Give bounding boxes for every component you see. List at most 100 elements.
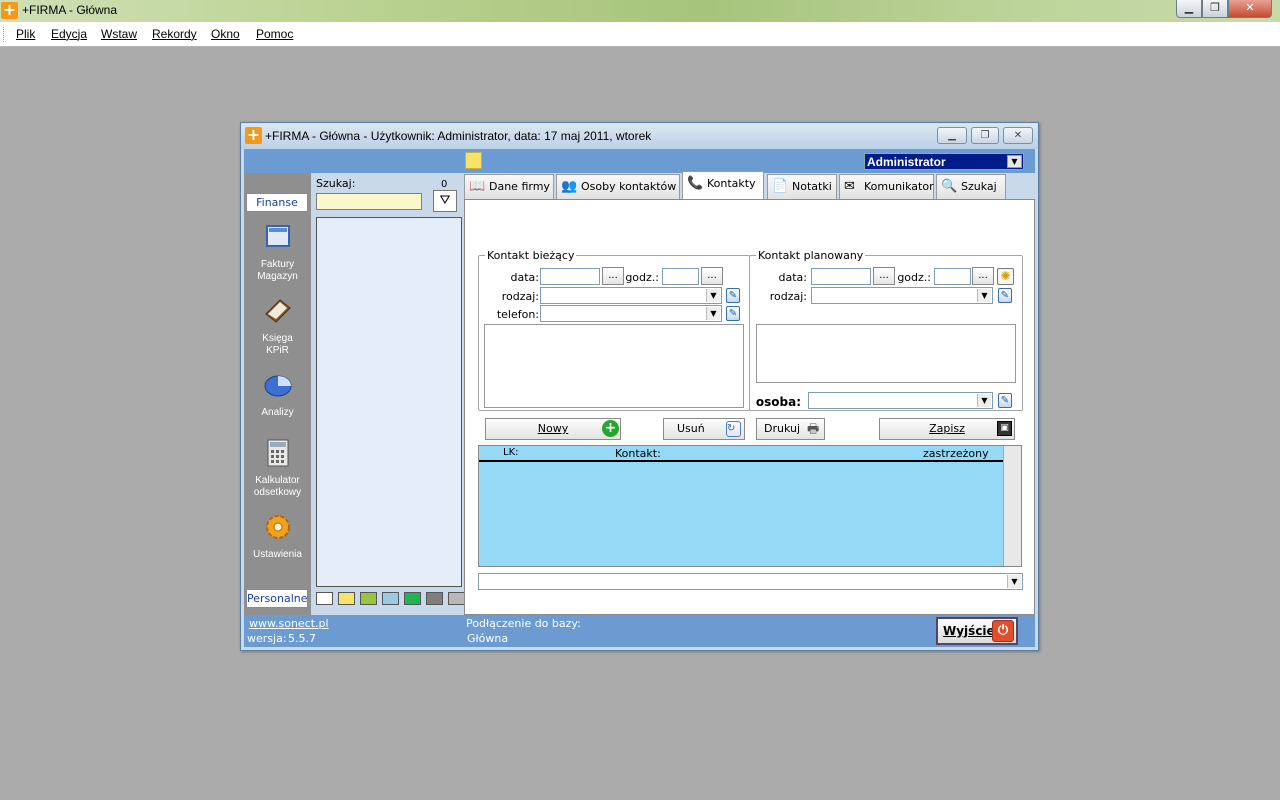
tab-komunikator[interactable]: ✉ Komunikator xyxy=(839,174,934,199)
db-connection-label: Podłączenie do bazy: xyxy=(466,617,581,630)
grid-header-kontakt[interactable]: Kontakt: xyxy=(615,447,661,460)
edit-type-icon[interactable]: ✎ xyxy=(726,288,740,303)
edit-planned-type-icon[interactable]: ✎ xyxy=(998,288,1012,303)
contacts-grid[interactable]: LK: Kontakt: zastrzeżony xyxy=(478,445,1022,567)
planned-date-label: data: xyxy=(778,271,807,284)
note-color-square[interactable] xyxy=(465,152,482,169)
app-close-button[interactable]: ✕ xyxy=(1228,0,1272,18)
filter-button[interactable]: ⛛ xyxy=(433,190,457,212)
current-type-select[interactable]: ▼ xyxy=(540,287,722,304)
chevron-down-icon[interactable]: ▼ xyxy=(1007,155,1022,168)
search-input[interactable] xyxy=(316,193,422,210)
tab-notatki[interactable]: 📄 Notatki xyxy=(767,174,837,199)
menu-rekordy[interactable]: Rekordy xyxy=(152,27,197,41)
menu-grip xyxy=(3,27,6,42)
sidebar: Finanse Faktury Magazyn Księga KPiR Anal… xyxy=(244,173,311,615)
record-list-panel: Szukaj: 0 ⛛ xyxy=(311,173,465,615)
search-label: Szukaj: xyxy=(316,177,356,190)
website-link[interactable]: www.sonect.pl xyxy=(249,617,329,630)
planned-time-input[interactable] xyxy=(934,268,971,285)
edit-person-icon[interactable]: ✎ xyxy=(998,393,1012,408)
app-maximize-button[interactable]: ❐ xyxy=(1202,0,1228,18)
power-icon: ⏻ xyxy=(992,620,1014,642)
user-select[interactable]: Administrator ▼ xyxy=(864,153,1024,170)
chevron-down-icon[interactable]: ▼ xyxy=(706,307,720,320)
magnifier-icon: 🔍 xyxy=(941,179,958,194)
planned-date-input[interactable] xyxy=(811,268,871,285)
chevron-down-icon[interactable]: ▼ xyxy=(706,289,720,302)
app-minimize-button[interactable]: ▁ xyxy=(1176,0,1202,18)
sidebar-item-kalkulator[interactable]: Kalkulator odsetkowy xyxy=(244,439,311,499)
tab-szukaj[interactable]: 🔍 Szukaj xyxy=(936,174,1006,199)
sidebar-item-ksiega[interactable]: Księga KPiR xyxy=(244,297,311,357)
menu-edycja[interactable]: Edycja xyxy=(51,27,87,41)
version-label: wersja: xyxy=(247,632,287,645)
sidebar-item-analizy[interactable]: Analizy xyxy=(244,371,311,419)
tab-kontakty[interactable]: 📞 Kontakty xyxy=(682,171,764,199)
chevron-down-icon[interactable]: ▼ xyxy=(1007,575,1021,588)
planned-type-label: rodzaj: xyxy=(769,290,807,303)
planned-date-picker-button[interactable]: ... xyxy=(873,267,895,285)
chevron-down-icon[interactable]: ▼ xyxy=(977,289,991,302)
planned-time-label: godz.: xyxy=(897,271,931,284)
menu-plik[interactable]: Plik xyxy=(16,27,35,41)
sidebar-tab-finanse[interactable]: Finanse xyxy=(246,193,308,212)
tab-dane-firmy[interactable]: 📖 Dane firmy xyxy=(464,174,554,199)
color-filter-gray[interactable] xyxy=(426,592,443,605)
current-date-input[interactable] xyxy=(540,268,600,285)
refresh-icon: ↻ xyxy=(726,421,741,437)
current-contact-notes[interactable] xyxy=(484,324,744,408)
current-phone-select[interactable]: ▼ xyxy=(540,305,722,322)
main-window: + +FIRMA - Główna - Użytkownik: Administ… xyxy=(240,122,1039,651)
grid-scrollbar[interactable] xyxy=(1003,446,1021,566)
window-title-bar: + +FIRMA - Główna - Użytkownik: Administ… xyxy=(241,123,1038,149)
color-filter-olive[interactable] xyxy=(360,592,377,605)
menu-okno[interactable]: Okno xyxy=(211,27,240,41)
save-button[interactable]: Zapisz ▣ xyxy=(879,418,1015,440)
sidebar-item-ustawienia[interactable]: Ustawienia xyxy=(244,513,311,561)
floppy-disk-icon: ▣ xyxy=(997,421,1012,436)
grid-header-zastrzezony[interactable]: zastrzeżony xyxy=(923,447,989,460)
reminder-sun-icon[interactable]: ✺ xyxy=(997,268,1014,285)
current-time-picker-button[interactable]: ... xyxy=(701,267,723,285)
color-filter-blue[interactable] xyxy=(382,592,399,605)
color-filter-yellow[interactable] xyxy=(338,592,355,605)
planned-type-select[interactable]: ▼ xyxy=(811,287,993,304)
person-select[interactable]: ▼ xyxy=(808,392,993,409)
chevron-down-icon[interactable]: ▼ xyxy=(977,394,991,407)
planned-contact-notes[interactable] xyxy=(756,324,1016,383)
window-close-button[interactable]: ✕ xyxy=(1003,127,1033,144)
window-minimize-button[interactable]: ▁ xyxy=(937,127,967,144)
book-open-icon: 📖 xyxy=(469,179,486,194)
planned-time-picker-button[interactable]: ... xyxy=(972,267,994,285)
bottom-select[interactable]: ▼ xyxy=(478,573,1023,590)
tab-osoby-kontaktow[interactable]: 👥 Osoby kontaktów xyxy=(556,174,680,199)
edit-phone-icon[interactable]: ✎ xyxy=(726,306,740,321)
delete-button[interactable]: Usuń ↻ xyxy=(663,418,745,440)
grid-header-lk[interactable]: LK: xyxy=(503,447,519,458)
current-date-picker-button[interactable]: ... xyxy=(602,267,624,285)
pie-chart-icon xyxy=(264,375,291,397)
sidebar-item-label: Faktury xyxy=(260,259,295,270)
record-list[interactable] xyxy=(316,217,462,587)
color-filter-green[interactable] xyxy=(404,592,421,605)
exit-button[interactable]: Wyjście ⏻ xyxy=(936,617,1018,645)
menu-pomoc[interactable]: Pomoc xyxy=(256,27,293,41)
color-filter-white[interactable] xyxy=(316,592,333,605)
user-select-value: Administrator xyxy=(867,155,946,169)
new-button[interactable]: Nowy + xyxy=(485,418,621,440)
color-filter-silver[interactable] xyxy=(448,592,465,605)
grid-header: LK: Kontakt: zastrzeżony xyxy=(479,446,1003,462)
sidebar-item-label: odsetkowy xyxy=(253,487,302,498)
window-maximize-button[interactable]: ❐ xyxy=(971,127,999,144)
people-icon: 👥 xyxy=(561,179,578,194)
sidebar-item-label: Analizy xyxy=(261,407,294,418)
current-time-input[interactable] xyxy=(662,268,699,285)
top-bar: Administrator ▼ xyxy=(244,149,1035,173)
sidebar-item-faktury[interactable]: Faktury Magazyn xyxy=(244,223,311,283)
menu-wstaw[interactable]: Wstaw xyxy=(101,27,137,41)
status-bar: www.sonect.pl wersja: 5.5.7 Podłączenie … xyxy=(244,615,1035,647)
envelope-icon: ✉ xyxy=(844,179,855,194)
sidebar-tab-personalne[interactable]: Personalne xyxy=(246,589,308,608)
print-button[interactable]: Drukuj 🖶 xyxy=(756,418,825,440)
